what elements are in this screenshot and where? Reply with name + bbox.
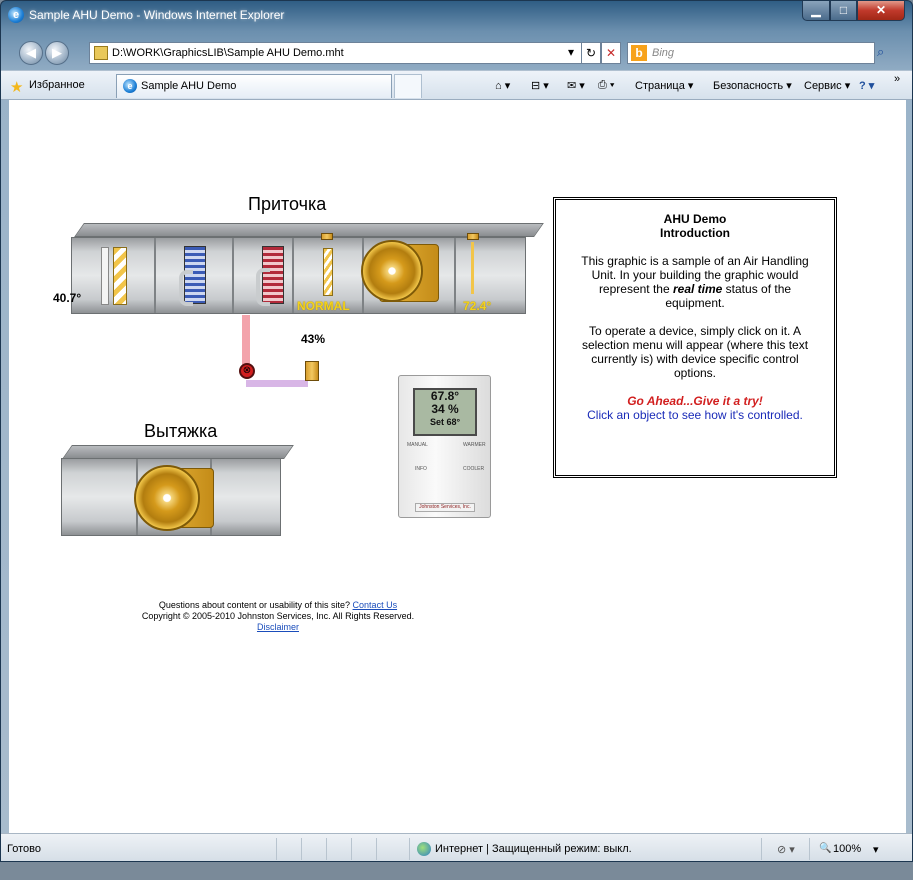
favorites-button[interactable]: Избранное xyxy=(29,79,85,91)
address-text: D:\WORK\GraphicsLIB\Sample AHU Demo.mht xyxy=(112,47,344,59)
search-box[interactable]: b Bing xyxy=(627,42,875,64)
heating-coil-pipe xyxy=(256,268,270,306)
page-footer: Questions about content or usability of … xyxy=(122,600,434,633)
exhaust-heading: Вытяжка xyxy=(144,421,218,441)
window-title: Sample AHU Demo - Windows Internet Explo… xyxy=(29,8,285,22)
thermostat-info-button[interactable]: INFO xyxy=(415,466,427,472)
address-dropdown-button[interactable]: ▾ xyxy=(561,42,581,64)
thermostat-brand: Johnston Services, Inc. xyxy=(415,503,475,512)
page-icon xyxy=(94,46,108,60)
hot-water-pipe-horizontal xyxy=(246,380,308,387)
ie-logo-icon: e xyxy=(8,7,24,23)
supply-fan[interactable] xyxy=(361,240,423,302)
back-button[interactable]: ◀ xyxy=(19,41,43,65)
info-cta: Go Ahead...Give it a try! xyxy=(627,394,763,408)
feeds-button[interactable]: ⊟ ▾ xyxy=(531,79,549,92)
info-title-line1: AHU Demo xyxy=(663,212,727,226)
info-hint: Click an object to see how it's controll… xyxy=(587,408,803,422)
supply-heading: Приточка xyxy=(248,194,327,214)
info-title-line2: Introduction xyxy=(660,226,730,240)
navigation-bar: ◀ ▶ D:\WORK\GraphicsLIB\Sample AHU Demo.… xyxy=(1,38,912,66)
zoom-dropdown[interactable]: ▾ xyxy=(873,843,879,856)
security-zone[interactable]: Интернет | Защищенный режим: выкл. xyxy=(435,843,632,855)
valve-icon[interactable]: ⊗ xyxy=(239,363,255,379)
internet-zone-icon xyxy=(417,842,431,856)
status-bar: Готово Интернет | Защищенный режим: выкл… xyxy=(1,833,912,861)
address-bar[interactable]: D:\WORK\GraphicsLIB\Sample AHU Demo.mht xyxy=(89,42,603,64)
discharge-temp: 72.4° xyxy=(463,299,492,313)
cooling-coil-pipe xyxy=(179,270,193,306)
page-menu[interactable]: Страница ▾ xyxy=(635,79,693,92)
exhaust-duct-top xyxy=(62,445,294,459)
tab-label: Sample AHU Demo xyxy=(141,80,237,92)
status-text: Готово xyxy=(7,843,41,855)
search-placeholder: Bing xyxy=(652,47,675,59)
info-panel: AHU Demo Introduction This graphic is a … xyxy=(553,197,837,478)
filter[interactable] xyxy=(113,247,127,305)
bing-icon: b xyxy=(631,45,647,61)
info-paragraph-1: This graphic is a sample of an Air Handl… xyxy=(581,254,809,310)
close-button[interactable]: ✕ xyxy=(857,1,905,21)
fan-status: NORMAL xyxy=(297,299,350,313)
page-content: Приточка 40.7° NORMAL 72.4° ⊗ 43% Вытяжк… xyxy=(9,100,906,833)
title-bar: e Sample AHU Demo - Windows Internet Exp… xyxy=(1,1,912,31)
damper[interactable] xyxy=(101,247,109,305)
valve-position: 43% xyxy=(301,332,326,346)
new-tab-button[interactable] xyxy=(394,74,422,98)
refresh-button[interactable]: ↻ xyxy=(581,42,601,64)
valve-actuator[interactable] xyxy=(305,361,319,381)
exhaust-fan[interactable] xyxy=(134,465,200,531)
minimize-button[interactable]: ▁ xyxy=(802,1,830,21)
thermostat-humidity: 34 % xyxy=(431,402,459,416)
discharge-temp-sensor[interactable] xyxy=(471,242,474,294)
info-paragraph-2: To operate a device, simply click on it.… xyxy=(581,324,809,380)
thermostat-manual-button[interactable]: MANUAL xyxy=(407,442,428,448)
footer-question: Questions about content or usability of … xyxy=(158,600,351,610)
thermostat-display: 67.8° 34 % Set 68° xyxy=(413,388,477,436)
mail-button[interactable]: ✉ ▾ xyxy=(567,79,585,92)
tab-ie-icon: e xyxy=(123,79,137,93)
tab-sample-ahu-demo[interactable]: e Sample AHU Demo xyxy=(116,74,392,98)
search-icon[interactable]: ⌕ xyxy=(877,44,884,60)
outdoor-temp: 40.7° xyxy=(53,291,82,305)
zoom-level[interactable]: 100% xyxy=(833,843,861,855)
disclaimer-link[interactable]: Disclaimer xyxy=(257,622,299,632)
humidifier-actuator xyxy=(321,233,333,240)
browser-window: e Sample AHU Demo - Windows Internet Exp… xyxy=(0,0,913,862)
contact-us-link[interactable]: Contact Us xyxy=(353,600,398,610)
maximize-button[interactable]: □ xyxy=(830,1,857,21)
home-button[interactable]: ⌂ ▾ xyxy=(495,79,510,92)
tools-menu[interactable]: Сервис ▾ xyxy=(804,79,850,92)
zoom-icon: 🔍 xyxy=(819,843,832,854)
thermostat-setpoint: Set 68° xyxy=(429,417,461,427)
humidifier[interactable] xyxy=(323,248,333,296)
temp-sensor-head xyxy=(467,233,479,240)
print-button[interactable]: ⎙ ▾ xyxy=(598,79,614,92)
more-tools-button[interactable]: » xyxy=(894,73,900,85)
footer-copyright: Copyright © 2005-2010 Johnston Services,… xyxy=(141,611,415,621)
forward-button[interactable]: ▶ xyxy=(45,41,69,65)
safety-menu[interactable]: Безопасность ▾ xyxy=(713,79,792,92)
favorites-star-icon[interactable]: ★ xyxy=(10,78,23,96)
stop-button[interactable]: ✕ xyxy=(601,42,621,64)
thermostat-cooler-button[interactable]: COOLER xyxy=(463,466,484,472)
thermostat-warmer-button[interactable]: WARMER xyxy=(463,442,486,448)
protected-mode-button[interactable]: ⊘ ▾ xyxy=(777,843,795,856)
thermostat[interactable]: 67.8° 34 % Set 68° MANUAL WARMER INFO CO… xyxy=(398,375,491,518)
help-button[interactable]: ? ▾ xyxy=(859,79,874,92)
favorites-bar: ★ Избранное e Sample AHU Demo ⌂ ▾ ⊟ ▾ ✉ … xyxy=(1,70,912,100)
